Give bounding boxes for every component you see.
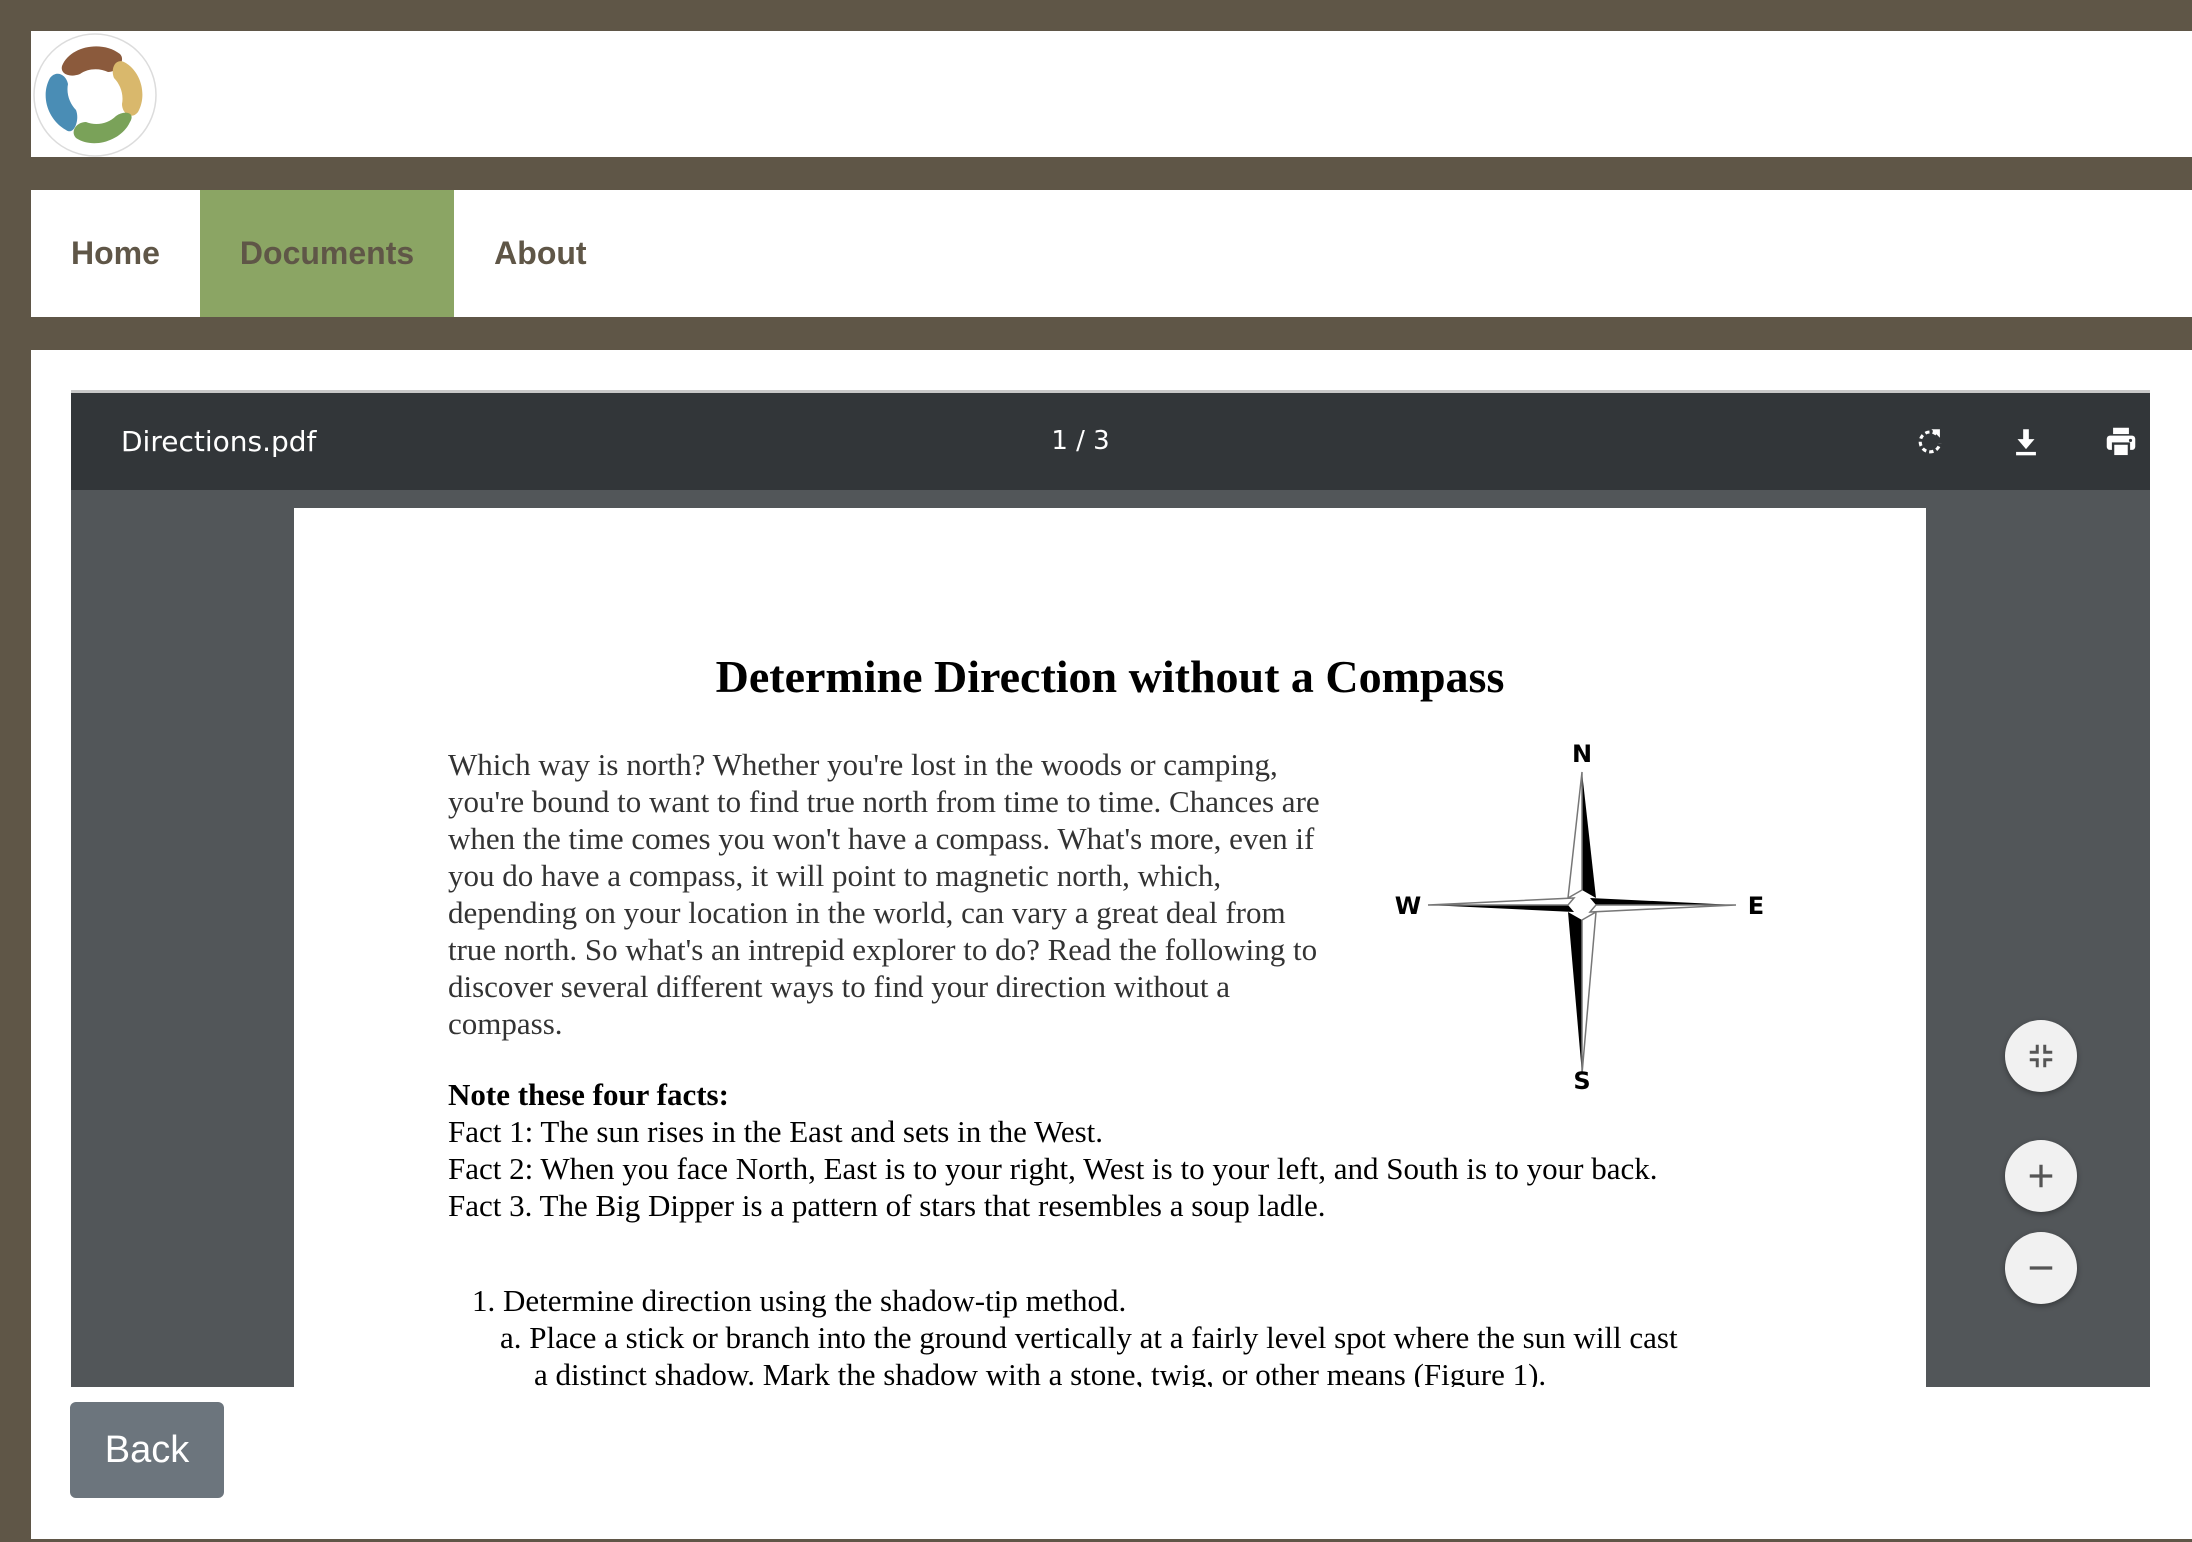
page-indicator: 1 / 3: [1051, 426, 1110, 456]
logo-icon[interactable]: [32, 32, 158, 158]
intro-line: Which way is north? Whether you're lost …: [448, 747, 1278, 782]
main-nav: Home Documents About: [31, 190, 2192, 317]
pdf-toolbar: Directions.pdf 1 / 3: [71, 393, 2150, 490]
rotate-icon: [1918, 429, 1942, 454]
nav-about[interactable]: About: [454, 190, 626, 317]
rotate-button[interactable]: [1905, 417, 1955, 467]
intro-line: discover several different ways to find …: [448, 969, 1230, 1004]
intro-line: when the time comes you won't have a com…: [448, 821, 1315, 856]
intro-line: true north. So what's an intrepid explor…: [448, 932, 1318, 967]
zoom-out-icon: [2029, 1266, 2053, 1270]
fit-page-icon: [2029, 1044, 2053, 1068]
nav-documents[interactable]: Documents: [199, 190, 455, 317]
zoom-out-button[interactable]: [2005, 1232, 2077, 1304]
document-title: Determine Direction without a Compass: [715, 651, 1505, 702]
print-icon: [2106, 427, 2136, 458]
zoom-in-icon: [2029, 1164, 2053, 1188]
download-icon: [2016, 429, 2036, 456]
nav-home[interactable]: Home: [31, 190, 200, 317]
step-item: 1. Determine direction using the shadow-…: [472, 1283, 1127, 1318]
steps-list: 1. Determine direction using the shadow-…: [448, 1282, 1848, 1387]
fact-item: Fact 2: When you face North, East is to …: [448, 1151, 1658, 1186]
pdf-viewer: Directions.pdf 1 / 3 Determine Direction…: [71, 390, 2150, 1387]
fact-item: Fact 3. The Big Dipper is a pattern of s…: [448, 1188, 1326, 1223]
compass-e: E: [1748, 892, 1764, 920]
intro-line: you do have a compass, it will point to …: [448, 858, 1222, 893]
compass-w: W: [1395, 892, 1421, 920]
download-button[interactable]: [2001, 417, 2051, 467]
print-button[interactable]: [2096, 417, 2146, 467]
intro-line: depending on your location in the world,…: [448, 895, 1286, 930]
compass-rose: N S W E: [1395, 740, 1764, 1090]
intro-line: you're bound to want to find true north …: [448, 784, 1320, 819]
fact-item: Fact 1: The sun rises in the East and se…: [448, 1114, 1104, 1149]
facts-heading: Note these four facts:: [448, 1077, 729, 1112]
logo-bar: [31, 31, 2192, 157]
substep-item: a. Place a stick or branch into the grou…: [500, 1320, 1678, 1387]
facts-section: Note these four facts: Fact 1: The sun r…: [448, 1076, 1848, 1224]
compass-n: N: [1572, 740, 1592, 768]
back-button[interactable]: Back: [70, 1402, 224, 1498]
intro-line: compass.: [448, 1006, 563, 1041]
content-area: Directions.pdf 1 / 3 Determine Direction…: [31, 350, 2192, 1539]
pdf-page: Determine Direction without a Compass Wh…: [294, 508, 1926, 1387]
zoom-in-button[interactable]: [2005, 1140, 2077, 1212]
intro-paragraph: Which way is north? Whether you're lost …: [448, 746, 1358, 1042]
fit-page-button[interactable]: [2005, 1020, 2077, 1092]
